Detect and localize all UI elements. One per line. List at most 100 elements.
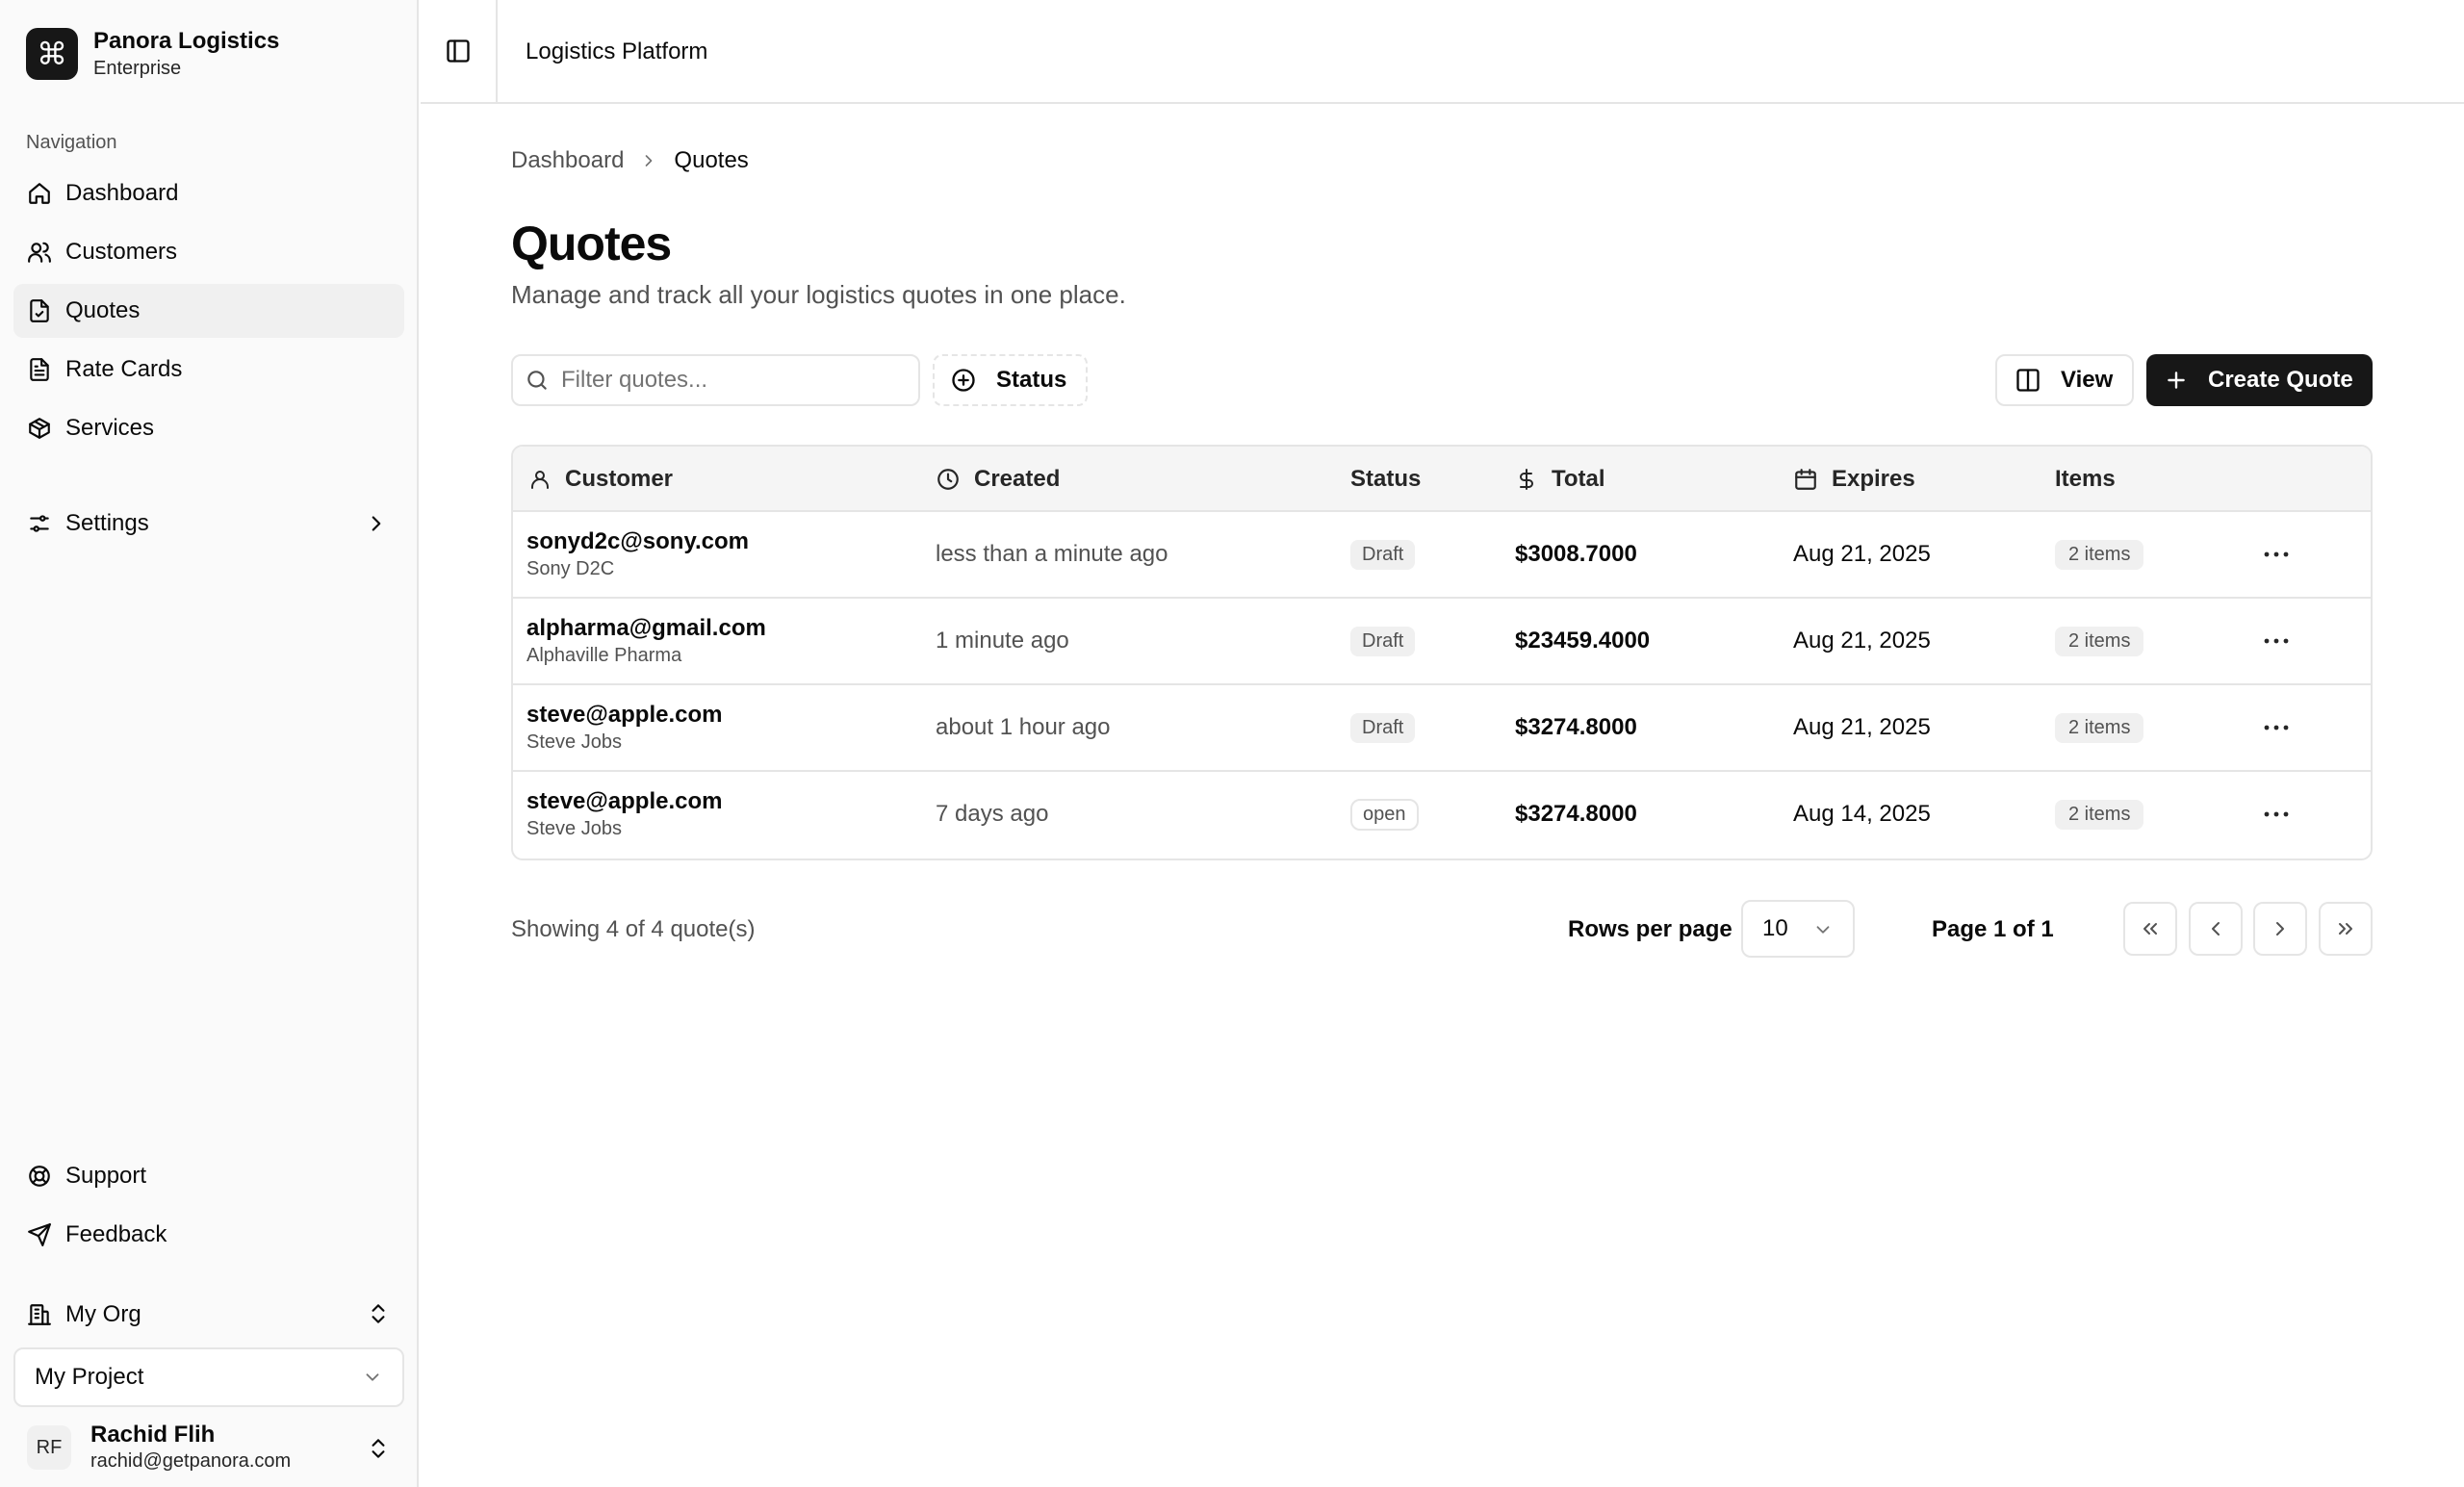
search-field bbox=[511, 354, 920, 406]
chevron-down-icon bbox=[1816, 926, 1830, 934]
status-badge: Draft bbox=[1350, 539, 1416, 570]
column-header-items[interactable]: Items bbox=[2055, 447, 2116, 512]
status-badge: Draft bbox=[1350, 626, 1416, 656]
file-check-icon bbox=[30, 299, 49, 322]
project-name: My Project bbox=[35, 1364, 144, 1390]
sidebar-item-label: Customers bbox=[65, 239, 178, 265]
expires-cell: Aug 21, 2025 bbox=[1793, 541, 1931, 567]
sidebar-settings: Settings bbox=[13, 497, 404, 555]
column-header-created[interactable]: Created bbox=[936, 447, 1060, 512]
status-cell: Draft bbox=[1350, 685, 1416, 770]
chevron-down-icon bbox=[366, 1373, 379, 1381]
last-page-button[interactable] bbox=[2319, 902, 2373, 956]
column-header-expires[interactable]: Expires bbox=[1793, 447, 1915, 512]
org-name: My Org bbox=[65, 1301, 141, 1327]
users-icon bbox=[28, 242, 51, 263]
sidebar-item-label: Quotes bbox=[65, 297, 141, 323]
status-filter-button[interactable]: Status bbox=[933, 354, 1088, 406]
chevrons-up-down-icon bbox=[372, 1439, 385, 1458]
chevron-right-icon bbox=[2276, 922, 2284, 936]
life-buoy-icon bbox=[29, 1166, 50, 1187]
row-actions-button[interactable] bbox=[2257, 801, 2296, 828]
project-select[interactable]: My Project bbox=[13, 1347, 404, 1407]
top-bar: Logistics Platform bbox=[421, 0, 2464, 104]
quotes-table: Customer Created Status Total Expires It… bbox=[511, 445, 2373, 860]
org-switcher[interactable]: My Org bbox=[13, 1288, 404, 1342]
column-label: Customer bbox=[565, 466, 674, 492]
column-label: Status bbox=[1350, 466, 1422, 492]
expires-cell: Aug 21, 2025 bbox=[1793, 628, 1931, 654]
next-page-button[interactable] bbox=[2253, 902, 2307, 956]
more-horizontal-icon bbox=[2264, 638, 2289, 644]
customer-cell: steve@apple.com Steve Jobs bbox=[526, 772, 722, 857]
sidebar-item-settings[interactable]: Settings bbox=[13, 497, 404, 551]
file-text-icon bbox=[30, 358, 49, 381]
home-icon bbox=[29, 183, 50, 204]
row-actions-button[interactable] bbox=[2257, 541, 2296, 568]
search-icon bbox=[527, 371, 547, 390]
sidebar-item-label: Dashboard bbox=[65, 180, 179, 206]
view-options-button[interactable]: View bbox=[1995, 354, 2134, 406]
create-quote-button[interactable]: Create Quote bbox=[2146, 354, 2373, 406]
user-menu[interactable]: RF Rachid Flih rachid@getpanora.com bbox=[13, 1415, 404, 1480]
customer-cell: alpharma@gmail.com Alphaville Pharma bbox=[526, 599, 766, 683]
customer-email: sonyd2c@sony.com bbox=[526, 528, 750, 554]
created-cell: less than a minute ago bbox=[936, 541, 1168, 567]
row-actions-button[interactable] bbox=[2257, 714, 2296, 741]
column-header-customer[interactable]: Customer bbox=[528, 447, 673, 512]
total-cell: $23459.4000 bbox=[1515, 628, 1651, 654]
total-cell: $3008.7000 bbox=[1515, 541, 1637, 567]
brand-plan: Enterprise bbox=[93, 58, 182, 79]
customer-email: steve@apple.com bbox=[526, 702, 723, 728]
previous-page-button[interactable] bbox=[2189, 902, 2243, 956]
chevrons-right-icon bbox=[2339, 923, 2352, 935]
search-input[interactable] bbox=[561, 367, 888, 394]
view-label: View bbox=[2061, 367, 2114, 393]
breadcrumb-dashboard-link[interactable]: Dashboard bbox=[511, 147, 624, 174]
customer-email: steve@apple.com bbox=[526, 788, 723, 814]
sliders-icon bbox=[30, 515, 49, 532]
command-icon: ⌘ bbox=[26, 28, 78, 80]
sidebar: ⌘ Panora Logistics Enterprise Navigation… bbox=[0, 0, 419, 1487]
brand[interactable]: ⌘ Panora Logistics Enterprise bbox=[26, 27, 279, 81]
building-icon bbox=[28, 1304, 51, 1325]
column-label: Items bbox=[2055, 466, 2116, 492]
sidebar-toggle-button[interactable] bbox=[421, 0, 498, 102]
sidebar-item-quotes[interactable]: Quotes bbox=[13, 284, 404, 338]
table-row[interactable]: steve@apple.com Steve Jobs 7 days ago op… bbox=[513, 772, 2371, 859]
more-horizontal-icon bbox=[2264, 811, 2289, 817]
more-horizontal-icon bbox=[2264, 551, 2289, 557]
row-actions-button[interactable] bbox=[2257, 628, 2296, 654]
column-header-total[interactable]: Total bbox=[1515, 447, 1605, 512]
sidebar-item-support[interactable]: Support bbox=[13, 1149, 404, 1203]
table-row[interactable]: steve@apple.com Steve Jobs about 1 hour … bbox=[513, 685, 2371, 772]
column-header-status[interactable]: Status bbox=[1350, 447, 1421, 512]
sidebar-item-services[interactable]: Services bbox=[13, 401, 404, 455]
page-title: Quotes bbox=[511, 217, 672, 270]
first-page-button[interactable] bbox=[2123, 902, 2177, 956]
column-label: Expires bbox=[1832, 466, 1915, 492]
table-row[interactable]: alpharma@gmail.com Alphaville Pharma 1 m… bbox=[513, 599, 2371, 685]
customer-email: alpharma@gmail.com bbox=[526, 615, 766, 641]
user-email: rachid@getpanora.com bbox=[90, 1450, 292, 1472]
status-cell: open bbox=[1350, 772, 1419, 857]
customer-name: Steve Jobs bbox=[526, 731, 622, 753]
user-info: Rachid Flih rachid@getpanora.com bbox=[90, 1422, 291, 1474]
sidebar-item-label: Services bbox=[65, 415, 155, 441]
sidebar-item-feedback[interactable]: Feedback bbox=[13, 1208, 404, 1262]
chevrons-up-down-icon bbox=[372, 1304, 385, 1323]
table-header: Customer Created Status Total Expires It… bbox=[513, 447, 2371, 512]
sidebar-item-dashboard[interactable]: Dashboard bbox=[13, 167, 404, 220]
sidebar-item-label: Settings bbox=[65, 510, 149, 536]
rows-per-page-select[interactable]: 10 bbox=[1741, 900, 1855, 958]
chevron-left-icon bbox=[2212, 922, 2220, 936]
send-icon bbox=[28, 1223, 51, 1246]
columns-icon bbox=[2016, 369, 2040, 392]
sidebar-item-rate-cards[interactable]: Rate Cards bbox=[13, 343, 404, 397]
table-row[interactable]: sonyd2c@sony.com Sony D2C less than a mi… bbox=[513, 512, 2371, 599]
items-cell: 2 items bbox=[2055, 512, 2144, 597]
sidebar-item-label: Support bbox=[65, 1163, 147, 1189]
user-icon bbox=[531, 471, 549, 489]
plus-icon bbox=[2168, 372, 2185, 389]
sidebar-item-customers[interactable]: Customers bbox=[13, 225, 404, 279]
